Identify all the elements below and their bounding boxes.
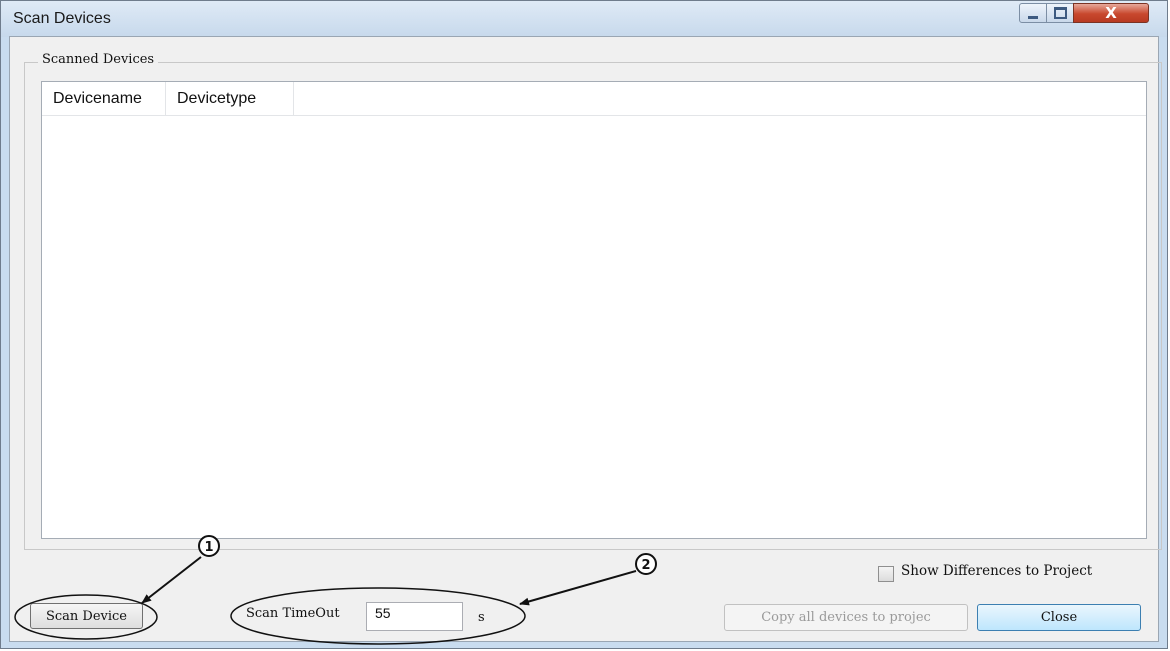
annotation-overlay: 1 2 [14,535,657,645]
callout-ellipse-2 [230,587,526,645]
callout-number-2: 2 [641,558,650,573]
callout-ellipse-1 [14,594,158,640]
callout-number-1: 1 [204,540,213,555]
callout-arrow-2 [519,570,637,606]
callout-arrow-1 [141,556,202,604]
